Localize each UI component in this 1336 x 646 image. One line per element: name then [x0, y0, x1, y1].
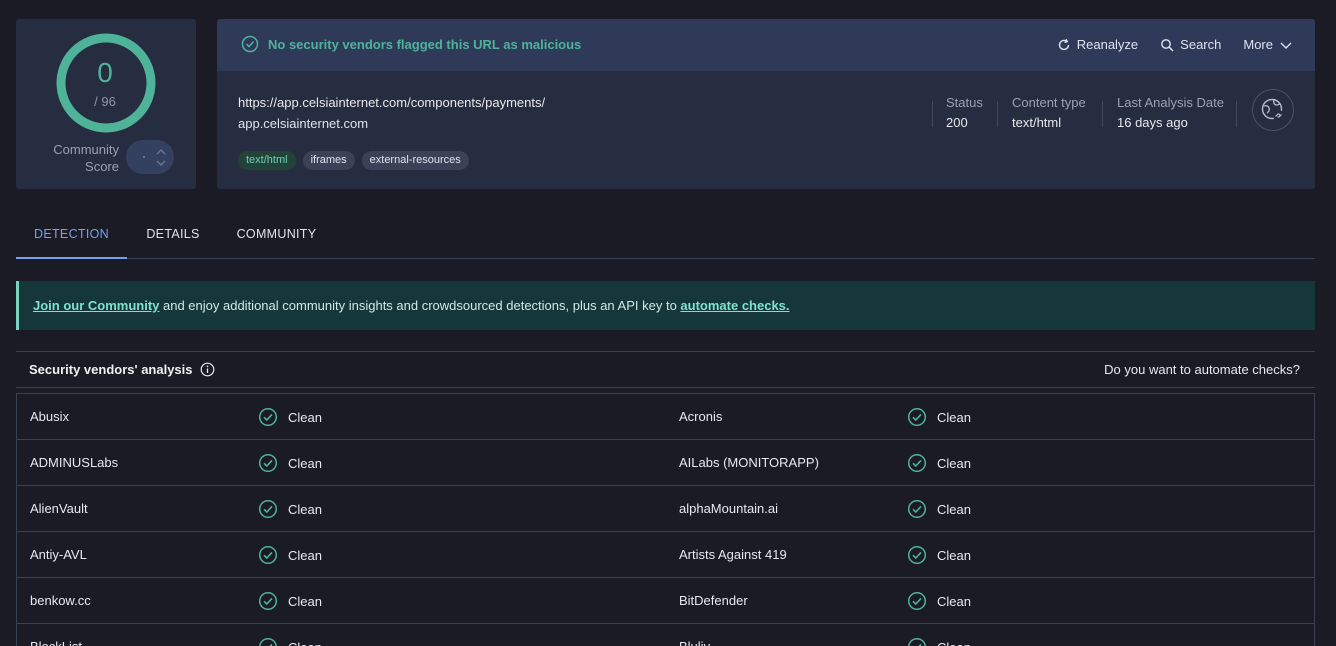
vendor-result: Clean	[907, 591, 971, 611]
target-domain[interactable]: app.celsiainternet.com	[238, 116, 368, 131]
tag-list: text/html iframes external-resources	[238, 151, 469, 170]
refresh-icon	[1058, 38, 1069, 50]
vendors-header: Security vendors' analysis Do you want t…	[16, 351, 1315, 388]
meta-status: Status 200	[946, 95, 983, 130]
vendor-name: ADMINUSLabs	[30, 455, 119, 470]
table-row: BlockList Clean Bluliv Clean	[17, 624, 1314, 646]
vendor-result: Clean	[258, 591, 322, 611]
vendor-result: Clean	[907, 453, 971, 473]
join-community-link[interactable]: Join our Community	[33, 298, 159, 313]
vendor-name: Bluliv	[679, 639, 710, 646]
tab-bar: DETECTION DETAILS COMMUNITY	[16, 211, 1315, 259]
vendor-name: AILabs (MONITORAPP)	[679, 455, 819, 470]
check-circle-icon	[258, 453, 278, 473]
search-icon	[1161, 38, 1174, 52]
vendor-result: Clean	[907, 545, 971, 565]
check-circle-icon	[258, 637, 278, 646]
vendor-result: Clean	[258, 453, 322, 473]
table-row: Antiy-AVL Clean Artists Against 419 Clean	[17, 532, 1314, 578]
vendor-name: Abusix	[30, 409, 70, 424]
vendor-result: Clean	[907, 407, 971, 427]
target-url[interactable]: https://app.celsiainternet.com/component…	[238, 95, 545, 110]
check-circle-icon	[907, 407, 927, 427]
community-score-label: Community Score	[53, 142, 119, 174]
vendor-name: benkow.cc	[30, 593, 91, 608]
vendor-name: Antiy-AVL	[30, 547, 87, 562]
check-circle-icon	[907, 499, 927, 519]
score-value: 0	[97, 57, 113, 88]
vendor-result: Clean	[907, 637, 971, 646]
check-circle-icon	[907, 545, 927, 565]
verdict-bar: No security vendors flagged this URL as …	[217, 19, 1315, 71]
check-circle-icon	[907, 637, 927, 646]
vendor-name: BitDefender	[679, 593, 748, 608]
verdict: No security vendors flagged this URL as …	[241, 35, 581, 53]
vendor-name: Acronis	[679, 409, 723, 424]
tag[interactable]: external-resources	[361, 151, 469, 170]
automate-checks-prompt[interactable]: Do you want to automate checks?	[1104, 362, 1300, 377]
detection-score-card: 0 / 96 Community Score	[16, 19, 196, 189]
check-circle-icon	[907, 591, 927, 611]
check-circle-icon	[258, 545, 278, 565]
vendor-result: Clean	[258, 637, 322, 646]
info-icon[interactable]	[200, 362, 215, 377]
chevron-up-icon[interactable]	[156, 148, 166, 155]
more-button[interactable]: More	[1243, 37, 1293, 52]
table-row: ADMINUSLabs Clean AILabs (MONITORAPP) Clean	[17, 440, 1314, 486]
community-score-stepper[interactable]	[126, 140, 174, 174]
table-row: benkow.cc Clean BitDefender Clean	[17, 578, 1314, 624]
vendor-result: Clean	[907, 499, 971, 519]
vendors-table: Abusix Clean Acronis Clean ADMINUSLabs Clean A…	[16, 393, 1315, 646]
community-banner: Join our Community and enjoy additional …	[16, 281, 1315, 330]
banner-text: and enjoy additional community insights …	[159, 298, 681, 313]
table-row: AlienVault Clean alphaMountain.ai Clean	[17, 486, 1314, 532]
tag[interactable]: text/html	[238, 151, 296, 170]
vendor-result: Clean	[258, 545, 322, 565]
score-total: / 96	[94, 94, 116, 109]
check-circle-icon	[258, 591, 278, 611]
chevron-down-icon	[1280, 42, 1292, 49]
vendor-name: alphaMountain.ai	[679, 501, 779, 516]
vendor-name: BlockList	[30, 639, 82, 646]
vendor-result: Clean	[258, 499, 322, 519]
check-circle-icon	[907, 453, 927, 473]
table-row: Abusix Clean Acronis Clean	[17, 394, 1314, 440]
meta-last-analysis: Last Analysis Date 16 days ago	[1117, 95, 1224, 130]
meta-content-type: Content type text/html	[1012, 95, 1086, 130]
check-circle-icon	[241, 35, 259, 53]
url-info-card: No security vendors flagged this URL as …	[217, 19, 1315, 189]
tag[interactable]: iframes	[302, 151, 355, 170]
search-button[interactable]: Search	[1160, 37, 1221, 52]
tab-detection[interactable]: DETECTION	[16, 211, 127, 259]
check-circle-icon	[258, 407, 278, 427]
automate-checks-link[interactable]: automate checks.	[680, 298, 789, 313]
check-circle-icon	[258, 499, 278, 519]
vendor-result: Clean	[258, 407, 322, 427]
reanalyze-button[interactable]: Reanalyze	[1057, 37, 1138, 52]
globe-link-icon[interactable]	[1252, 89, 1294, 131]
tab-community[interactable]: COMMUNITY	[234, 211, 319, 259]
vendor-name: AlienVault	[30, 501, 88, 516]
vendor-name: Artists Against 419	[679, 547, 787, 562]
tab-details[interactable]: DETAILS	[140, 211, 206, 259]
chevron-down-icon[interactable]	[156, 160, 166, 167]
vendors-title: Security vendors' analysis	[29, 362, 215, 377]
